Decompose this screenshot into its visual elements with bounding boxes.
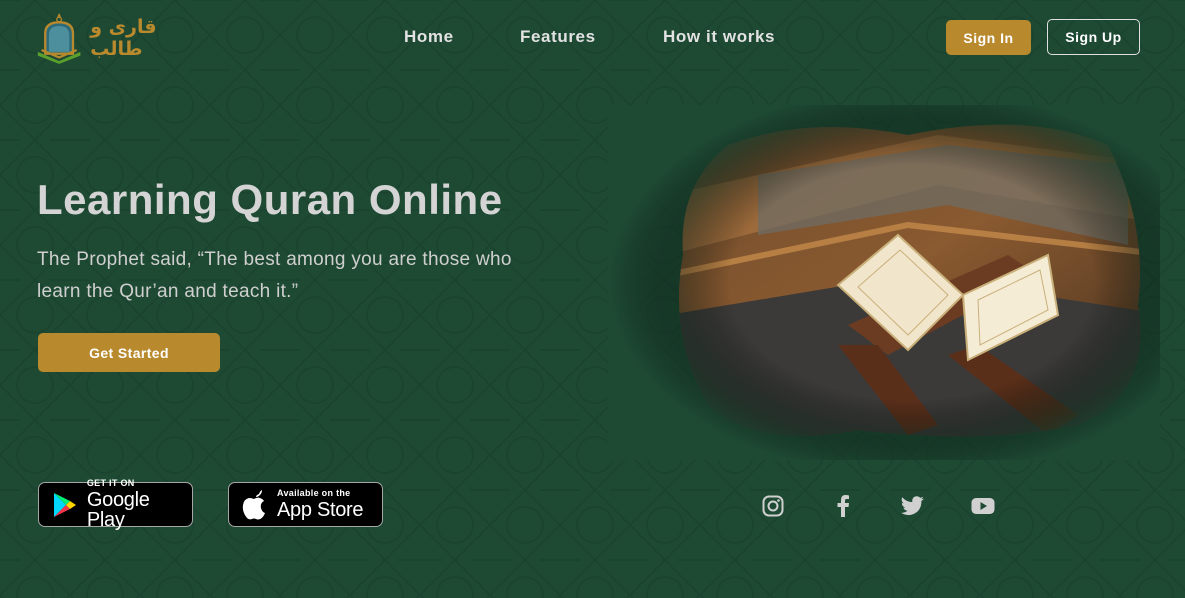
google-play-icon — [49, 490, 79, 520]
google-play-label: Google Play — [86, 489, 150, 531]
google-play-small-label: GET IT ON — [86, 478, 135, 488]
hero-quote: The Prophet said, “The best among you ar… — [37, 249, 512, 302]
brand-name: قاری و طالب — [90, 16, 157, 60]
get-started-button[interactable]: Get Started — [38, 333, 220, 372]
twitter-icon[interactable] — [900, 493, 926, 519]
youtube-icon[interactable] — [970, 493, 996, 519]
mosque-book-icon — [37, 13, 81, 64]
nav-how-it-works[interactable]: How it works — [663, 27, 775, 47]
app-store-badge[interactable]: Available on the App Store — [228, 482, 383, 527]
sign-up-button[interactable]: Sign Up — [1047, 19, 1140, 55]
sign-in-button[interactable]: Sign In — [946, 20, 1031, 55]
app-store-small-label: Available on the — [277, 488, 351, 498]
instagram-icon[interactable] — [760, 493, 786, 519]
nav-features[interactable]: Features — [520, 27, 596, 47]
apple-icon — [239, 489, 269, 520]
hero-title: Learning Quran Online — [37, 176, 503, 223]
brand-logo[interactable]: قاری و طالب — [36, 8, 206, 68]
app-store-label: App Store — [277, 499, 364, 521]
nav-home[interactable]: Home — [404, 27, 454, 47]
quran-hero-image — [608, 105, 1160, 460]
facebook-icon[interactable] — [830, 493, 856, 519]
google-play-badge[interactable]: GET IT ON Google Play — [38, 478, 193, 531]
